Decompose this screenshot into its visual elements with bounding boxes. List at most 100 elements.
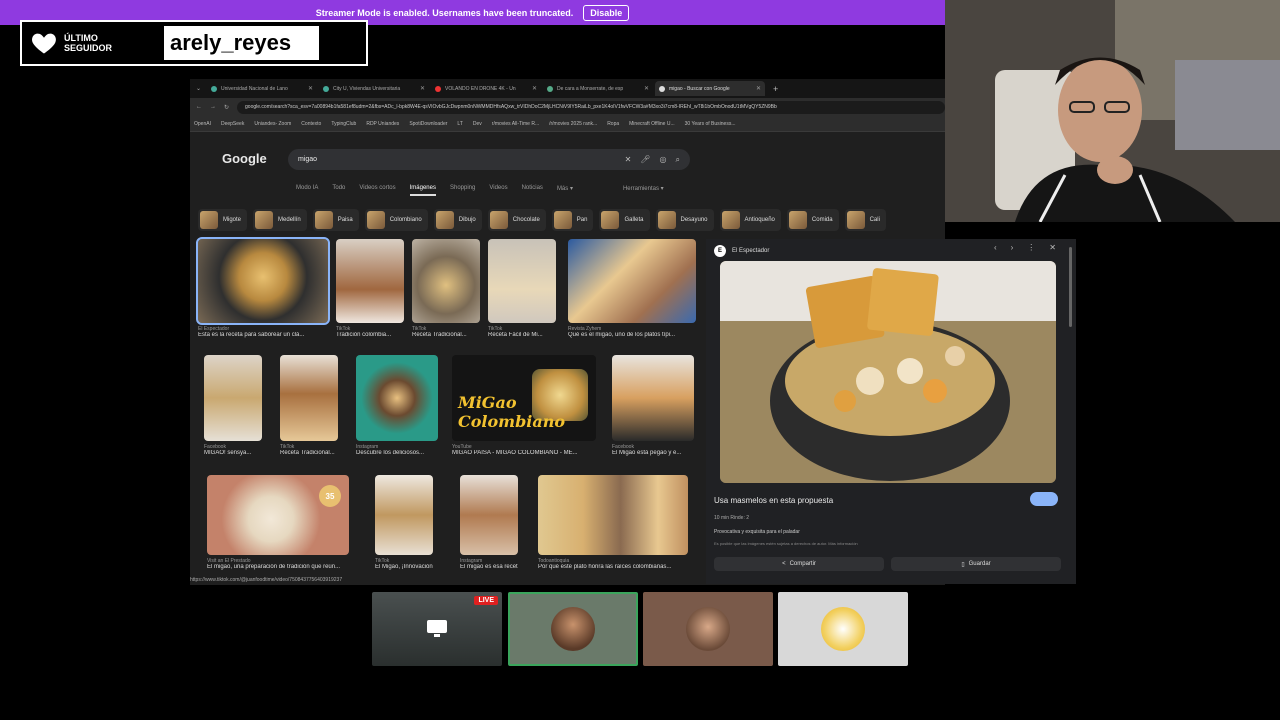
follower-label-line2: SEGUIDOR (64, 43, 113, 53)
chip-cali[interactable]: Cali (844, 209, 886, 231)
chevron-left-icon[interactable]: ‹ (994, 243, 997, 252)
bookmark-item[interactable]: DeepSeek (221, 121, 244, 127)
search-icon[interactable]: ⌕ (676, 155, 680, 165)
bookmark-item[interactable]: SpotiDownloader (409, 121, 447, 127)
recipe-badge[interactable] (1030, 492, 1058, 506)
image-result[interactable]: Todoantioquia Por qué este plato honra l… (538, 475, 688, 570)
chip-chocolate[interactable]: Chocolate (487, 209, 546, 231)
new-tab-button[interactable]: + (773, 84, 778, 94)
chip-medellin[interactable]: Medellín (253, 209, 307, 231)
image-result[interactable]: TikTok El Migao, ¡Innovación... (375, 475, 433, 570)
close-icon[interactable]: ✕ (420, 85, 425, 92)
chip-label: Colombiano (389, 217, 422, 223)
close-icon[interactable]: ✕ (308, 85, 313, 92)
bookmark-item[interactable]: /r/movies 2025 rank... (549, 121, 597, 127)
tools-button[interactable]: Herramientas ▾ (623, 185, 664, 196)
result-thumbnail (375, 475, 433, 555)
google-logo[interactable]: Google (222, 151, 267, 166)
preview-scrollbar[interactable] (1069, 247, 1072, 327)
image-result[interactable]: TikTok Receta Fácil de Mi... (488, 239, 556, 338)
chip-galleta[interactable]: Galleta (599, 209, 650, 231)
forward-icon[interactable]: → (210, 104, 216, 110)
browser-tab[interactable]: Universidad Nacional de Lano ✕ (207, 81, 317, 96)
close-icon[interactable]: ✕ (532, 85, 537, 92)
image-result[interactable]: TikTok Tradición colombia... (336, 239, 404, 338)
lens-icon[interactable]: ◎ (660, 155, 667, 165)
bookmark-item[interactable]: Contexto (301, 121, 321, 127)
tab-videos-cortos[interactable]: Videos cortos (359, 185, 395, 196)
share-button[interactable]: < Compartir (714, 557, 884, 571)
bookmark-folder[interactable]: Dev (473, 121, 482, 127)
browser-tab[interactable]: VOLANDO EN DRONE 4K - Un ✕ (431, 81, 541, 96)
result-caption: Tradición colombia... (336, 332, 392, 338)
image-result[interactable]: 35 Visit an El Prestado El migao, una pr… (207, 475, 349, 570)
close-icon[interactable]: ✕ (1049, 243, 1056, 252)
live-badge: LIVE (474, 596, 498, 605)
bookmark-item[interactable]: Minecraft Offline U... (629, 121, 674, 127)
image-result[interactable]: MiGao Colombiano YouTube MIGAO PAISA - M… (452, 355, 596, 456)
chevron-right-icon[interactable]: › (1011, 243, 1014, 252)
chip-thumbnail (788, 211, 807, 229)
search-input[interactable]: migao ✕ 🎤︎ ◎ ⌕ (288, 149, 690, 170)
back-icon[interactable]: ← (196, 104, 202, 110)
bookmark-item[interactable]: TypingClub (331, 121, 356, 127)
preview-source[interactable]: El Espectador (732, 248, 769, 254)
tab-modo-ia[interactable]: Modo IA (296, 185, 318, 196)
microphone-icon[interactable]: 🎤︎ (640, 155, 650, 165)
close-icon[interactable]: ✕ (644, 85, 649, 92)
image-result[interactable]: El Espectador Esta es la receta para sab… (196, 237, 330, 338)
participant-tile[interactable] (778, 592, 908, 666)
bookmark-item[interactable]: OpenAI (194, 121, 211, 127)
chip-migote[interactable]: Migote (198, 209, 248, 231)
chip-thumbnail (846, 211, 865, 229)
save-button[interactable]: ▯ Guardar (891, 557, 1061, 571)
bookmark-folder[interactable]: LT (457, 121, 462, 127)
participant-tile[interactable] (643, 592, 773, 666)
browser-tab-active[interactable]: migao - Buscar con Google ✕ (655, 81, 766, 96)
reload-icon[interactable]: ↻ (224, 104, 229, 111)
bookmarks-bar: OpenAI DeepSeek Uniandes- Zoom Contexto … (190, 116, 945, 132)
participant-screen-share[interactable]: LIVE (372, 592, 502, 666)
chip-comida[interactable]: Comida (786, 209, 839, 231)
chip-colombiano[interactable]: Colombiano (364, 209, 428, 231)
tab-videos[interactable]: Videos (489, 185, 507, 196)
source-logo-icon: E (714, 245, 726, 257)
preview-title[interactable]: Usa masmelos en esta propuesta (714, 496, 833, 505)
tab-shopping[interactable]: Shopping (450, 185, 475, 196)
result-caption: El Migao, ¡Innovación... (375, 564, 433, 570)
more-options-icon[interactable]: ⋮ (1027, 243, 1035, 252)
browser-tab[interactable]: City U, Viviendas Universitaria ✕ (319, 81, 429, 96)
disable-streamer-mode-button[interactable]: Disable (583, 4, 630, 21)
chip-paisa[interactable]: Paisa (312, 209, 359, 231)
image-result[interactable]: TikTok Receta Tradicional... (412, 239, 480, 338)
chip-pan[interactable]: Pan (551, 209, 594, 231)
bookmark-item[interactable]: RDP Uniandes (366, 121, 399, 127)
close-icon[interactable]: ✕ (756, 85, 761, 92)
bookmark-item[interactable]: Uniandes- Zoom (254, 121, 291, 127)
preview-image[interactable] (720, 261, 1056, 483)
image-result[interactable]: Facebook MIGAO! sensya... (204, 355, 262, 456)
tab-search-icon[interactable]: ⌄ (196, 85, 201, 92)
bookmark-item[interactable]: r/movies All-Time R... (492, 121, 539, 127)
image-result[interactable]: Facebook El Migao está pegao y e... (612, 355, 694, 456)
chip-antioqueno[interactable]: Antioqueño (719, 209, 781, 231)
chip-desayuno[interactable]: Desayuno (655, 209, 714, 231)
image-result[interactable]: Revista Zyhem Qué es el migao, uno de lo… (568, 239, 696, 338)
browser-tab[interactable]: De cara a Monserrate, de esp ✕ (543, 81, 653, 96)
tab-todo[interactable]: Todo (332, 185, 345, 196)
address-bar: ← → ↻ google.com/search?sca_esv=7a00894b… (190, 98, 945, 116)
image-result[interactable]: Instagram Descubre los deliciosos... (356, 355, 438, 456)
tab-imagenes[interactable]: Imágenes (409, 185, 436, 196)
participant-tile-speaking[interactable] (508, 592, 638, 666)
url-field[interactable]: google.com/search?sca_esv=7a00894b1fa581… (237, 100, 945, 114)
image-result[interactable]: Instagram El migao es esa recet... (460, 475, 518, 570)
chip-thumbnail (489, 211, 508, 229)
image-result[interactable]: TikTok Receta Tradicional... (280, 355, 338, 456)
tab-bar: ⌄ Universidad Nacional de Lano ✕ City U, … (190, 79, 945, 98)
tab-mas[interactable]: Más ▾ (557, 185, 573, 196)
tab-noticias[interactable]: Noticias (522, 185, 543, 196)
bookmark-item[interactable]: 30 Years of Business... (685, 121, 736, 127)
clear-icon[interactable]: ✕ (625, 155, 632, 165)
chip-dibujo[interactable]: Dibujo (433, 209, 482, 231)
bookmark-folder[interactable]: Ropa (607, 121, 619, 127)
